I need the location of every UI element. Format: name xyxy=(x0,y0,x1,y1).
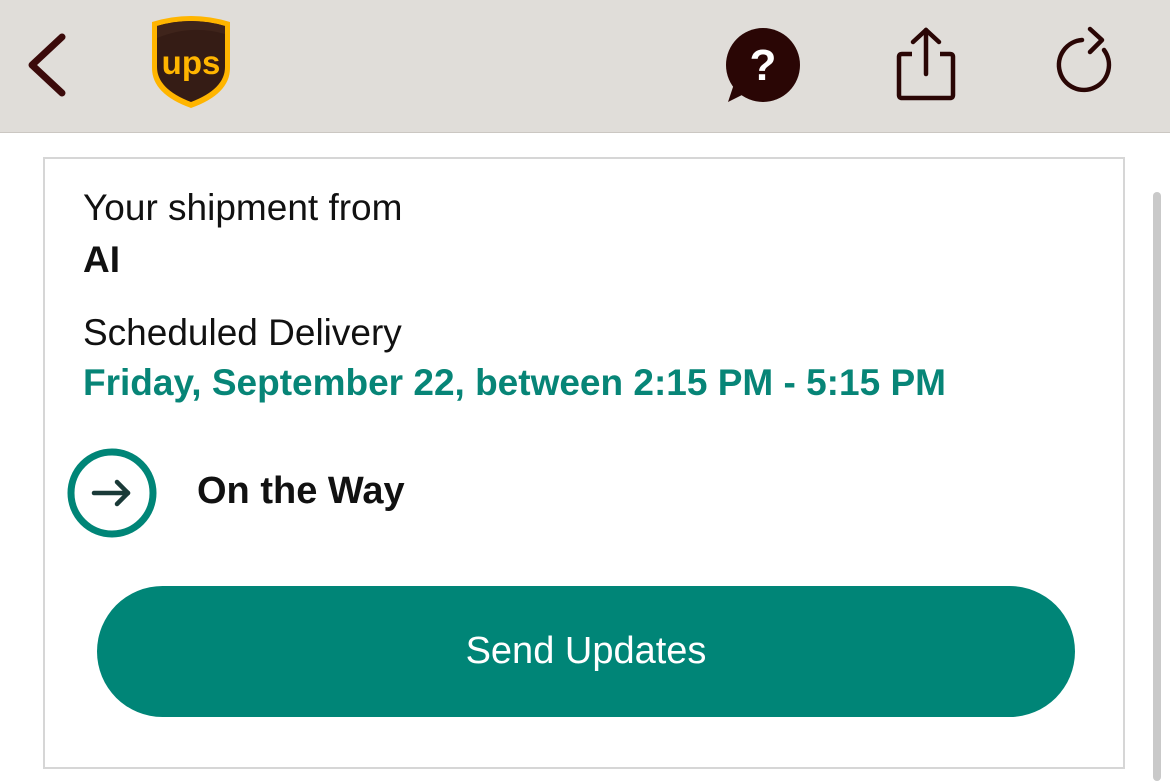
ups-logo-text: ups xyxy=(162,44,221,81)
ups-logo: ups xyxy=(148,12,234,110)
top-navigation-bar: ups ? xyxy=(0,0,1170,133)
refresh-button[interactable] xyxy=(1052,26,1124,102)
help-button[interactable]: ? xyxy=(722,28,802,104)
shipment-from-label: Your shipment from xyxy=(83,187,403,228)
question-bubble-icon: ? xyxy=(726,28,800,102)
arrow-right-circle-icon xyxy=(66,447,158,539)
shipper-name: AI xyxy=(83,239,120,280)
shipment-status: On the Way xyxy=(197,470,405,512)
refresh-icon xyxy=(1056,26,1112,93)
shipment-card: Your shipment from AI Scheduled Delivery… xyxy=(43,157,1125,769)
svg-text:?: ? xyxy=(750,41,777,90)
scheduled-delivery-label: Scheduled Delivery xyxy=(83,312,402,353)
send-updates-button[interactable]: Send Updates xyxy=(97,586,1075,717)
share-icon xyxy=(896,27,956,101)
chevron-left-icon xyxy=(28,33,66,97)
scheduled-delivery-date: Friday, September 22, between 2:15 PM - … xyxy=(83,362,946,403)
scrollbar[interactable] xyxy=(1153,192,1161,781)
share-button[interactable] xyxy=(890,24,962,104)
back-button[interactable] xyxy=(18,30,74,100)
